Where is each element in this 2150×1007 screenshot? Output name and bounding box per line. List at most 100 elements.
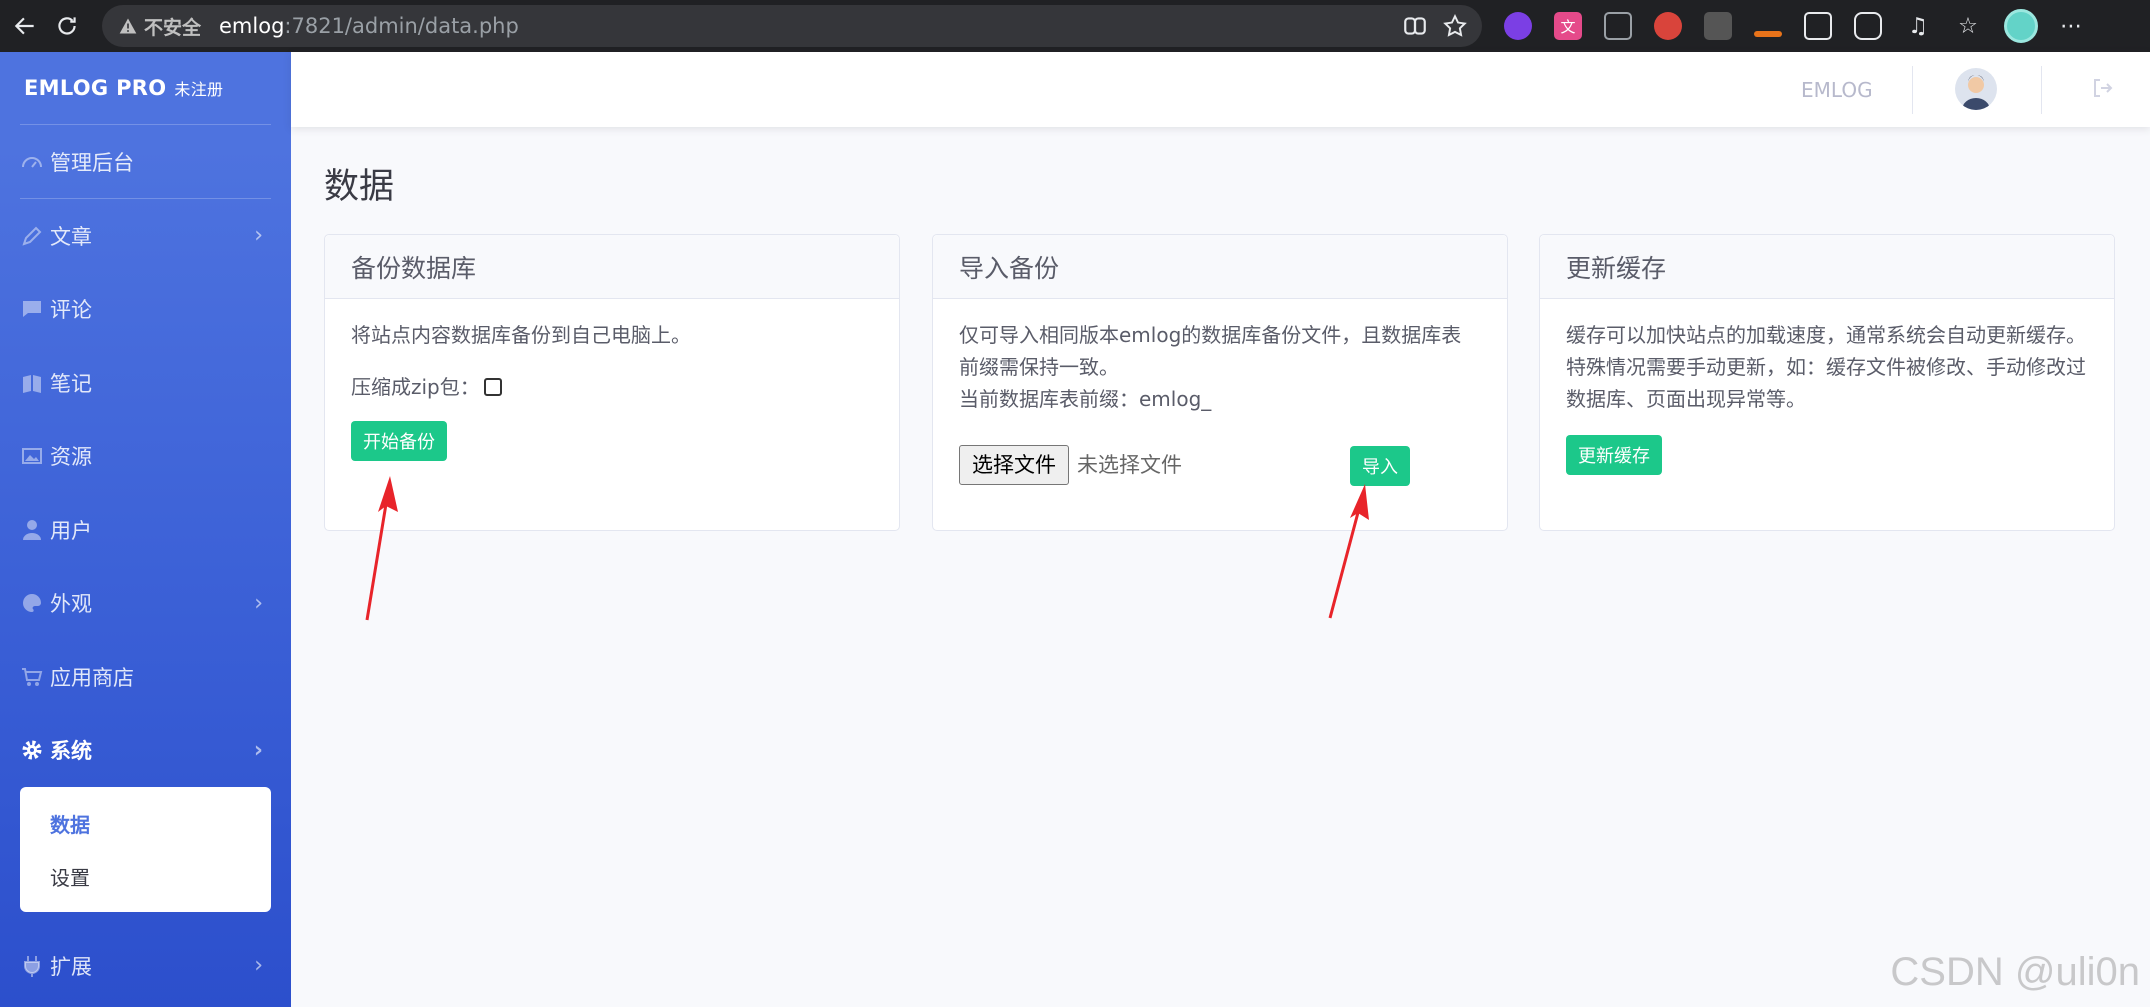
sidebar-item-label: 用户: [50, 518, 92, 543]
gear-icon: [20, 738, 50, 762]
security-indicator[interactable]: 不安全: [118, 13, 201, 40]
card-body: 将站点内容数据库备份到自己电脑上。 压缩成zip包： 开始备份: [325, 299, 899, 485]
reload-icon: [58, 17, 76, 35]
user-avatar[interactable]: [1955, 68, 1997, 110]
avatar-extension-icon[interactable]: [1654, 12, 1682, 40]
sidebar-item-users[interactable]: 用户: [0, 493, 291, 567]
pencil-icon: [20, 224, 50, 248]
warning-icon: [119, 18, 137, 34]
favorites-icon[interactable]: ☆: [1954, 12, 1982, 40]
submenu-item-data[interactable]: 数据: [20, 797, 271, 850]
logout-icon: [2094, 79, 2113, 97]
sidebar-item-appearance[interactable]: 外观 ›: [0, 567, 291, 641]
sidebar-item-app-store[interactable]: 应用商店: [0, 640, 291, 714]
copilot-icon[interactable]: [1402, 13, 1428, 39]
security-label: 不安全: [144, 16, 202, 39]
zip-option: 压缩成zip包：: [351, 371, 873, 403]
backup-card: 备份数据库 将站点内容数据库备份到自己电脑上。 压缩成zip包： 开始备份: [324, 234, 900, 531]
cache-card: 更新缓存 缓存可以加快站点的加载速度，通常系统会自动更新缓存。特殊情况需要手动更…: [1539, 234, 2115, 531]
file-status: 未选择文件: [1077, 453, 1182, 477]
media-icon[interactable]: ♫: [1904, 12, 1932, 40]
qr-code-icon[interactable]: [1804, 12, 1832, 40]
url-host: emlog: [219, 14, 285, 38]
url-path: :7821/admin/data.php: [284, 14, 519, 38]
update-cache-button[interactable]: 更新缓存: [1566, 435, 1662, 475]
reload-button[interactable]: [50, 9, 84, 43]
brand-name: EMLOG PRO: [24, 76, 167, 100]
table-prefix-text: 当前数据库表前缀：emlog_: [959, 387, 1212, 411]
zip-label: 压缩成zip包：: [351, 375, 480, 399]
page-title: 数据: [324, 167, 395, 207]
glasses-extension-icon[interactable]: [1604, 12, 1632, 40]
chevron-right-icon: ›: [253, 737, 263, 763]
download-extension-icon[interactable]: [1754, 31, 1782, 37]
file-upload-row: 选择文件 未选择文件 导入: [959, 445, 1481, 486]
translate-extension-icon[interactable]: 文: [1554, 12, 1582, 40]
start-backup-button[interactable]: 开始备份: [351, 421, 447, 461]
browser-toolbar: 不安全 emlog:7821/admin/data.php 文 ♫ ☆ ⋯: [0, 0, 2150, 52]
backup-description: 将站点内容数据库备份到自己电脑上。: [351, 323, 691, 347]
note-icon: [20, 371, 50, 395]
sidebar-item-articles[interactable]: 文章 ›: [0, 199, 291, 273]
watermark: CSDN @uli0n: [1890, 950, 2140, 994]
sidebar-item-label: 扩展: [50, 954, 92, 979]
brand[interactable]: EMLOG PRO 未注册: [0, 52, 291, 124]
dashboard-icon: [20, 150, 50, 174]
choose-file-button[interactable]: 选择文件: [959, 445, 1069, 485]
sidebar-item-resources[interactable]: 资源: [0, 420, 291, 494]
url-text: emlog:7821/admin/data.php: [219, 14, 519, 38]
card-title: 备份数据库: [325, 235, 899, 299]
back-button[interactable]: [8, 9, 42, 43]
card-title: 导入备份: [933, 235, 1507, 299]
palette-icon: [20, 591, 50, 615]
cart-icon: [20, 665, 50, 689]
extensions-puzzle-icon[interactable]: [1854, 12, 1882, 40]
logout-button[interactable]: [2091, 76, 2115, 104]
zip-checkbox[interactable]: [483, 378, 502, 396]
system-submenu: 数据 设置: [20, 787, 271, 912]
import-description: 仅可导入相同版本emlog的数据库备份文件，且数据库表前缀需保持一致。: [959, 323, 1462, 379]
address-bar-actions: [1402, 13, 1482, 39]
sidebar-item-label: 评论: [50, 298, 92, 323]
card-body: 缓存可以加快站点的加载速度，通常系统会自动更新缓存。特殊情况需要手动更新，如：缓…: [1540, 299, 2114, 499]
import-card: 导入备份 仅可导入相同版本emlog的数据库备份文件，且数据库表前缀需保持一致。…: [932, 234, 1508, 531]
submenu-item-settings[interactable]: 设置: [20, 850, 271, 903]
topbar-divider: [2041, 66, 2042, 114]
person-avatar-icon: [1962, 75, 1990, 110]
cache-description: 缓存可以加快站点的加载速度，通常系统会自动更新缓存。特殊情况需要手动更新，如：缓…: [1566, 323, 2086, 411]
sidebar-item-label: 系统: [50, 739, 92, 764]
chevron-right-icon: ›: [254, 590, 263, 616]
sidebar-item-label: 外观: [50, 592, 92, 617]
chevron-right-icon: ›: [254, 223, 263, 249]
annotation-arrow-backup: [365, 476, 398, 621]
sidebar-item-label: 资源: [50, 445, 92, 470]
sidebar-item-notes[interactable]: 笔记: [0, 346, 291, 420]
sidebar-item-label: 管理后台: [50, 150, 134, 175]
chevron-right-icon: ›: [254, 953, 263, 979]
more-menu-icon[interactable]: ⋯: [2060, 14, 2083, 39]
sidebar-item-label: 文章: [50, 224, 92, 249]
annotation-arrow-import: [1328, 484, 1369, 619]
sidebar-item-dashboard[interactable]: 管理后台: [0, 125, 291, 198]
extensions-bar: 文 ♫ ☆ ⋯: [1504, 9, 2083, 43]
star-icon[interactable]: [1442, 13, 1468, 39]
address-bar[interactable]: 不安全 emlog:7821/admin/data.php: [102, 5, 1482, 47]
topbar: EMLOG: [291, 52, 2150, 127]
comment-icon: [20, 297, 50, 321]
card-title: 更新缓存: [1540, 235, 2114, 299]
brand-note: 未注册: [174, 80, 224, 99]
user-icon: [20, 518, 50, 542]
sidebar-item-comments[interactable]: 评论: [0, 273, 291, 347]
card-body: 仅可导入相同版本emlog的数据库备份文件，且数据库表前缀需保持一致。 当前数据…: [933, 299, 1507, 509]
sidebar-item-label: 笔记: [50, 371, 92, 396]
sidebar: EMLOG PRO 未注册 管理后台 文章 › 评论 笔记 资源 用户 外观 ›…: [0, 52, 291, 1007]
sidebar-item-extensions[interactable]: 扩展 ›: [0, 929, 291, 1003]
arrow-left-icon: [14, 17, 34, 35]
sidebar-item-system[interactable]: 系统 ›: [0, 714, 291, 788]
plug-icon: [20, 954, 50, 978]
sidebar-item-label: 应用商店: [50, 665, 134, 690]
profile-avatar[interactable]: [2004, 9, 2038, 43]
site-link[interactable]: EMLOG: [1801, 52, 1873, 127]
brain-extension-icon[interactable]: [1504, 12, 1532, 40]
cat-extension-icon[interactable]: [1704, 12, 1732, 40]
